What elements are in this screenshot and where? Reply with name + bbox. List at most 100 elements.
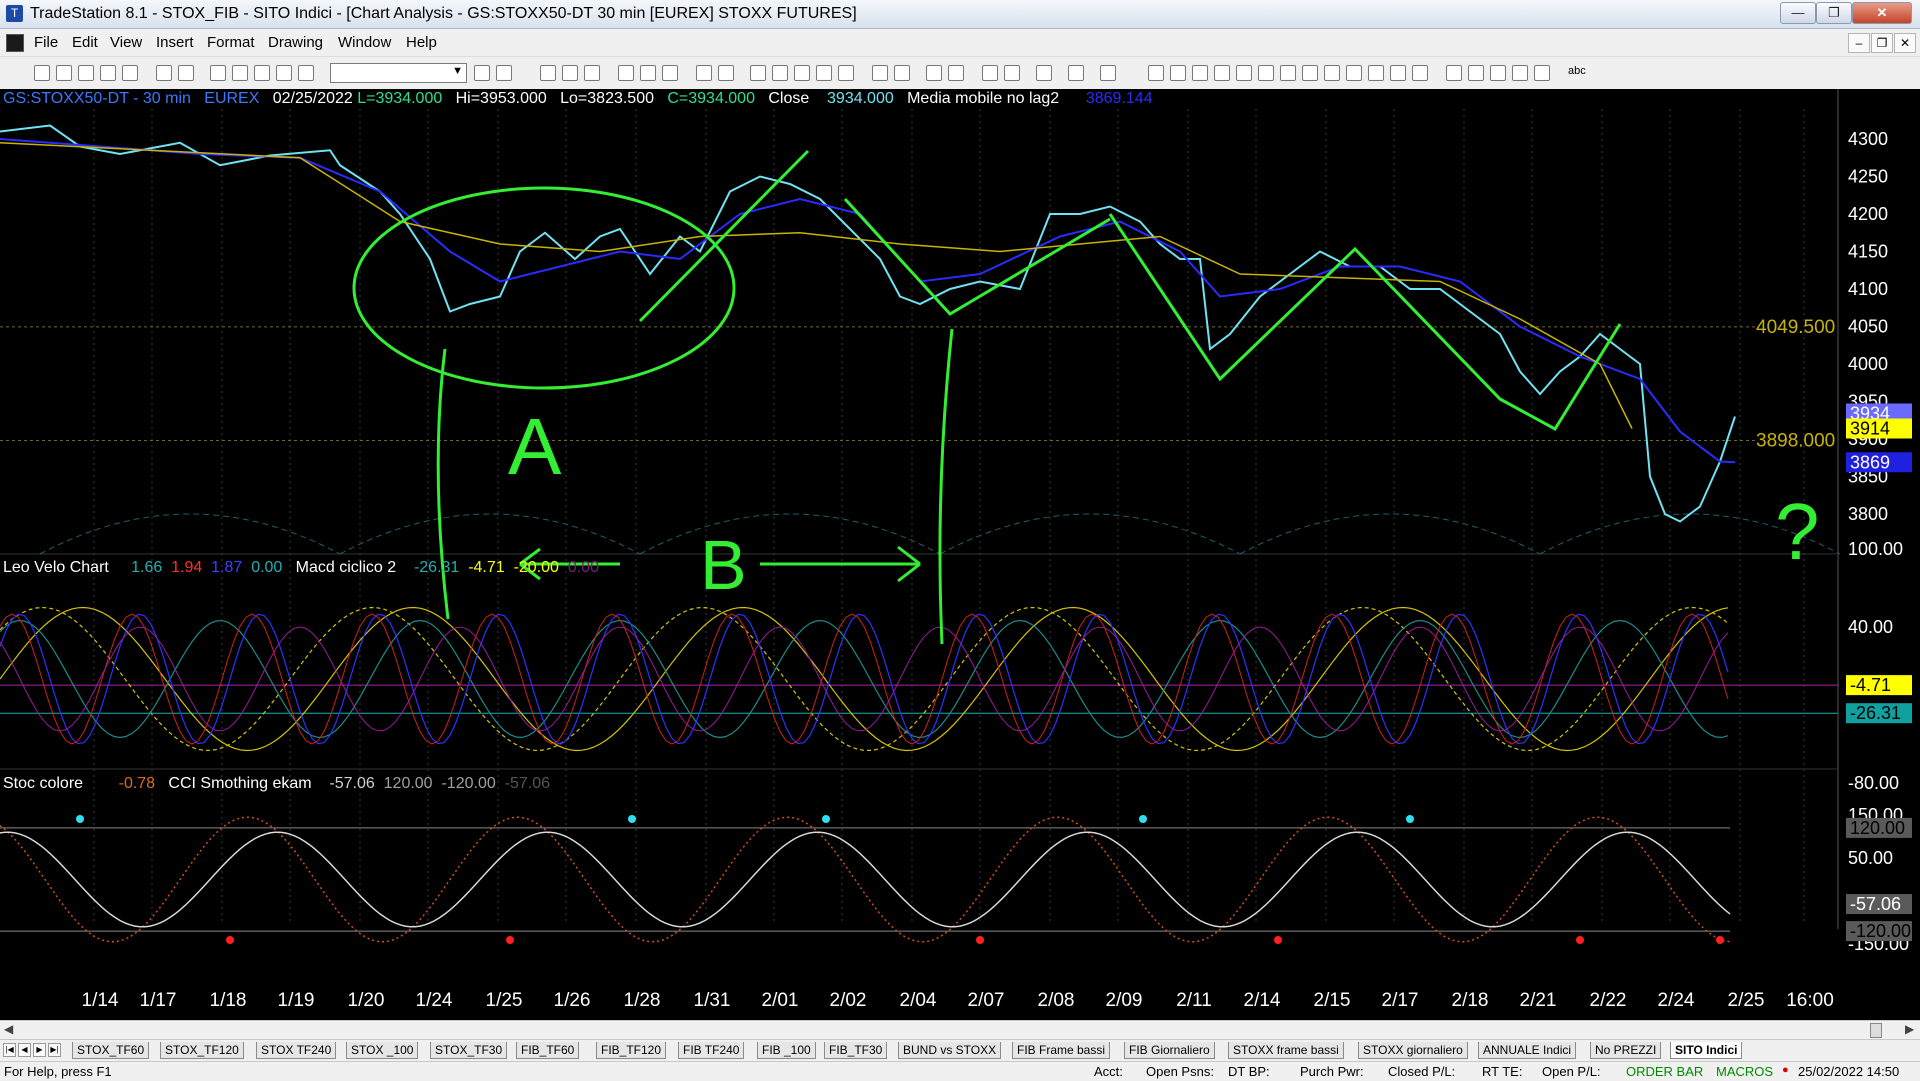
cut-icon[interactable] <box>210 65 226 81</box>
horizontal-line-icon[interactable] <box>1192 65 1208 81</box>
play-icon[interactable] <box>474 65 490 81</box>
indicator-icon[interactable] <box>640 65 656 81</box>
copy-icon[interactable] <box>232 65 248 81</box>
chart-horizontal-scrollbar[interactable]: ◀ ▶ <box>0 1020 1920 1039</box>
zoom-out-icon[interactable] <box>948 65 964 81</box>
chart-analysis-window[interactable]: 4300 4250 4200 4150 4100 4050 4000 3950 3900 3850… <box>0 89 1920 1020</box>
status-macros[interactable]: MACROS <box>1716 1064 1773 1079</box>
paste-icon[interactable] <box>276 65 292 81</box>
menu-help[interactable]: Help <box>406 34 437 51</box>
tab-fib-tf60[interactable]: FIB_TF60 <box>516 1042 580 1059</box>
status-order-bar[interactable]: ORDER BAR <box>1626 1064 1703 1079</box>
arrow-up-icon[interactable] <box>1490 65 1506 81</box>
folder-icon[interactable] <box>122 65 138 81</box>
pointer-icon[interactable] <box>982 65 998 81</box>
save-icon[interactable] <box>78 65 94 81</box>
andrews-icon[interactable] <box>1346 65 1362 81</box>
text-tool-icon[interactable]: abc <box>1568 65 1586 77</box>
tab-fib-tf120[interactable]: FIB_TF120 <box>596 1042 667 1059</box>
lock-icon[interactable] <box>254 65 270 81</box>
menu-edit[interactable]: Edit <box>72 34 98 51</box>
chart-style-icon[interactable] <box>618 65 634 81</box>
tab-stox-tf240[interactable]: STOX TF240 <box>256 1042 337 1059</box>
mdi-restore-button[interactable]: ❐ <box>1871 33 1893 53</box>
menu-view[interactable]: View <box>110 34 142 51</box>
minimize-button[interactable]: — <box>1780 2 1816 24</box>
curve-icon[interactable] <box>1446 65 1462 81</box>
bar-type-icon[interactable] <box>794 65 810 81</box>
rectangle-icon[interactable] <box>1534 65 1550 81</box>
tab-fib-frame-bassi[interactable]: FIB Frame bassi <box>1012 1042 1111 1059</box>
format-icon[interactable] <box>540 65 556 81</box>
menu-insert[interactable]: Insert <box>156 34 194 51</box>
tab-annuale-indici[interactable]: ANNUALE Indici <box>1478 1042 1577 1059</box>
ellipse-icon[interactable] <box>1512 65 1528 81</box>
tab-fib-100[interactable]: FIB _100 <box>757 1042 816 1059</box>
candle-icon[interactable] <box>816 65 832 81</box>
compress-icon[interactable] <box>894 65 910 81</box>
grid-icon[interactable] <box>584 65 600 81</box>
data-window-icon[interactable] <box>750 65 766 81</box>
window-cascade-icon[interactable] <box>718 65 734 81</box>
symbol-lookup-icon[interactable] <box>496 65 512 81</box>
link-icon[interactable] <box>772 65 788 81</box>
gann-icon[interactable] <box>1280 65 1296 81</box>
line-icon[interactable] <box>838 65 854 81</box>
print-icon[interactable] <box>156 65 172 81</box>
tab-stox-tf60[interactable]: STOX_TF60 <box>72 1042 150 1059</box>
speed-lines-icon[interactable] <box>1302 65 1318 81</box>
print-preview-icon[interactable] <box>178 65 194 81</box>
strategy-icon[interactable] <box>662 65 678 81</box>
close-button[interactable]: ✕ <box>1852 2 1912 24</box>
zoom-in-icon[interactable] <box>926 65 942 81</box>
order-bar-icon[interactable] <box>1068 65 1084 81</box>
tab-prev-icon[interactable]: ◀ <box>18 1043 31 1057</box>
tab-no-prezzi[interactable]: No PREZZI <box>1590 1042 1662 1059</box>
new-icon[interactable] <box>34 65 50 81</box>
fibonacci-icon[interactable] <box>1236 65 1252 81</box>
select-icon[interactable] <box>1004 65 1020 81</box>
table-icon[interactable] <box>562 65 578 81</box>
scroll-left-icon[interactable]: ◀ <box>4 1022 13 1036</box>
tab-first-icon[interactable]: |◀ <box>3 1043 16 1057</box>
tab-next-icon[interactable]: ▶ <box>33 1043 46 1057</box>
chart-canvas[interactable]: 4300425042004150410040504000395039003850… <box>0 89 1920 1020</box>
maximize-button[interactable]: ❐ <box>1816 2 1852 24</box>
arc-icon[interactable] <box>1368 65 1384 81</box>
menu-drawing[interactable]: Drawing <box>268 34 323 51</box>
arrow-down-icon[interactable] <box>1468 65 1484 81</box>
menu-format[interactable]: Format <box>207 34 255 51</box>
trendline-icon[interactable] <box>1148 65 1164 81</box>
pencil-icon[interactable] <box>1412 65 1428 81</box>
workspace-select[interactable]: ▼ <box>330 63 467 83</box>
tab-sito-indici[interactable]: SITO Indici <box>1670 1042 1743 1059</box>
retracement-icon[interactable] <box>1258 65 1274 81</box>
open-icon[interactable] <box>56 65 72 81</box>
tab-fib-tf30[interactable]: FIB_TF30 <box>824 1042 888 1059</box>
cycle-icon[interactable] <box>1390 65 1406 81</box>
parallel-lines-icon[interactable] <box>1170 65 1186 81</box>
tab-stoxx-frame-bassi[interactable]: STOXX frame bassi <box>1228 1042 1344 1059</box>
mdi-close-button[interactable]: ✕ <box>1894 33 1916 53</box>
macro-icon[interactable] <box>1100 65 1116 81</box>
window-tile-icon[interactable] <box>696 65 712 81</box>
tradestation-app-icon[interactable]: T <box>6 5 23 22</box>
channel-icon[interactable] <box>1214 65 1230 81</box>
tab-last-icon[interactable]: ▶| <box>48 1043 61 1057</box>
tab-bund-vs-stoxx[interactable]: BUND vs STOXX <box>898 1042 1002 1059</box>
tab-stox-100[interactable]: STOX _100 <box>346 1042 419 1059</box>
chart-window-icon[interactable] <box>6 34 24 52</box>
scroll-right-icon[interactable]: ▶ <box>1905 1022 1914 1036</box>
tab-stox-tf30[interactable]: STOX_TF30 <box>430 1042 508 1059</box>
mdi-minimize-button[interactable]: – <box>1848 33 1870 53</box>
arrow-lr-icon[interactable] <box>1324 65 1340 81</box>
scroll-thumb[interactable] <box>1870 1023 1882 1038</box>
tab-stoxx-giornaliero[interactable]: STOXX giornaliero <box>1358 1042 1468 1059</box>
menu-file[interactable]: File <box>34 34 58 51</box>
tab-fib-tf240[interactable]: FIB TF240 <box>678 1042 745 1059</box>
save-all-icon[interactable] <box>100 65 116 81</box>
tab-stox-tf120[interactable]: STOX_TF120 <box>160 1042 244 1059</box>
tools-icon[interactable] <box>1036 65 1052 81</box>
menu-window[interactable]: Window <box>338 34 391 51</box>
globe-icon[interactable] <box>298 65 314 81</box>
